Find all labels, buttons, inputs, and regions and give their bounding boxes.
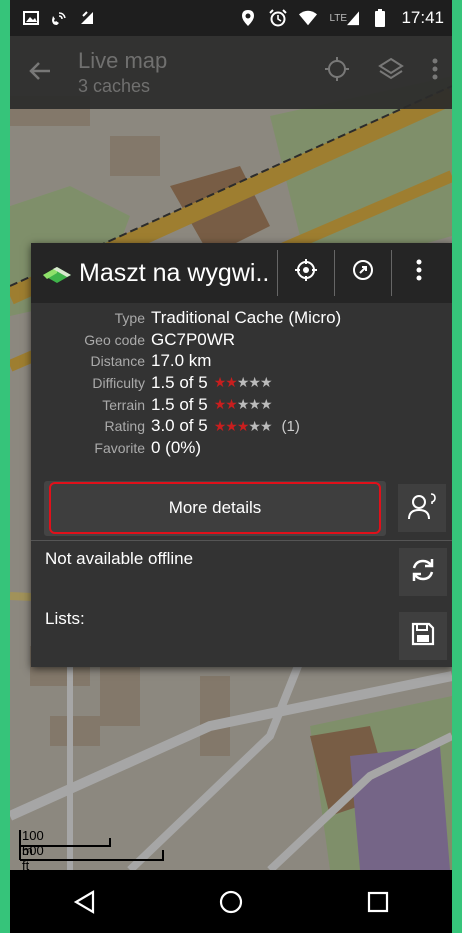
distance-value: 17.0 km xyxy=(151,351,212,371)
compass-icon xyxy=(352,259,374,288)
alarm-icon xyxy=(269,9,288,27)
star-filled-icon: ★ xyxy=(213,396,227,413)
detail-row-type: Type Traditional Cache (Micro) xyxy=(31,307,452,329)
home-circle-icon[interactable] xyxy=(211,882,251,922)
rating-value: 3.0 of 5 xyxy=(151,416,208,436)
detail-row-distance: Distance 17.0 km xyxy=(31,350,452,372)
overflow-menu-icon xyxy=(416,259,422,288)
back-arrow-icon[interactable] xyxy=(28,54,78,91)
network-type-label: LTE xyxy=(329,12,348,24)
star-empty-icon: ★ xyxy=(236,396,250,413)
terrain-stars: ★★★★★ xyxy=(213,396,273,413)
star-filled-icon: ★ xyxy=(225,396,238,413)
distance-label: Distance xyxy=(90,353,145,370)
detail-row-geocode: Geo code GC7P0WR xyxy=(31,329,452,351)
sync-icon xyxy=(78,9,96,27)
star-filled-icon: ★ xyxy=(225,417,238,434)
back-triangle-icon[interactable] xyxy=(64,882,104,922)
recents-square-icon[interactable] xyxy=(358,882,398,922)
section-divider xyxy=(31,540,452,541)
star-filled-icon: ★ xyxy=(213,374,227,391)
star-filled-icon: ★ xyxy=(213,417,227,434)
save-offline-button[interactable] xyxy=(399,612,447,660)
refresh-icon xyxy=(409,556,437,589)
app-toolbar: Live map 3 caches xyxy=(10,36,452,109)
detail-row-rating: Rating 3.0 of 5 ★★★★★ (1) xyxy=(31,415,452,437)
rating-count: (1) xyxy=(281,417,300,435)
geocode-label: Geo code xyxy=(84,331,145,348)
location-pin-icon xyxy=(239,9,257,27)
star-empty-icon: ★ xyxy=(259,417,273,434)
navigate-icon xyxy=(295,258,318,288)
terrain-label: Terrain xyxy=(102,396,145,413)
phone-screen: LTE 17:41 Live map 3 caches Maszt na wyg… xyxy=(10,0,452,933)
navigate-button[interactable] xyxy=(278,243,334,303)
lists-label: Lists: xyxy=(45,609,85,628)
toolbar-subtitle: 3 caches xyxy=(78,76,151,96)
user-note-icon xyxy=(407,491,437,526)
layers-icon[interactable] xyxy=(378,56,404,89)
popup-header: Maszt na wygwi.. xyxy=(31,243,452,303)
star-empty-icon: ★ xyxy=(259,374,273,391)
user-note-button[interactable] xyxy=(398,484,446,532)
difficulty-value: 1.5 of 5 xyxy=(151,372,208,392)
system-nav-bar xyxy=(10,870,452,933)
image-icon xyxy=(22,9,40,27)
battery-icon xyxy=(371,9,389,27)
toolbar-title: Live map xyxy=(78,48,168,73)
favorite-label: Favorite xyxy=(94,439,145,456)
favorite-value: 0 (0%) xyxy=(151,437,202,457)
difficulty-label: Difficulty xyxy=(92,374,145,391)
cache-details: Type Traditional Cache (Micro) Geo code … xyxy=(31,307,452,459)
star-empty-icon: ★ xyxy=(248,374,261,391)
star-empty-icon: ★ xyxy=(236,374,250,391)
overflow-menu-icon[interactable] xyxy=(432,58,438,87)
my-location-icon[interactable] xyxy=(324,56,350,89)
offline-status: Not available offline xyxy=(45,549,194,568)
type-label: Type xyxy=(114,309,145,326)
compass-button[interactable] xyxy=(335,243,391,303)
detail-row-terrain: Terrain 1.5 of 5 ★★★★★ xyxy=(31,394,452,416)
status-bar: LTE 17:41 xyxy=(10,0,452,36)
geocode-value: GC7P0WR xyxy=(151,329,236,349)
type-value: Traditional Cache (Micro) xyxy=(151,307,342,327)
rating-stars: ★★★★★ xyxy=(213,417,273,435)
signal-icon: LTE xyxy=(329,9,360,27)
star-empty-icon: ★ xyxy=(248,396,261,413)
terrain-value: 1.5 of 5 xyxy=(151,394,208,414)
refresh-button[interactable] xyxy=(399,548,447,596)
star-empty-icon: ★ xyxy=(248,417,261,434)
more-details-label: More details xyxy=(168,498,262,517)
cache-popup: Maszt na wygwi.. Type Traditional Cache … xyxy=(31,243,452,667)
rating-label: Rating xyxy=(104,418,145,435)
cache-type-icon xyxy=(41,261,73,285)
difficulty-stars: ★★★★★ xyxy=(213,374,273,391)
clock-time: 17:41 xyxy=(401,8,444,27)
star-filled-icon: ★ xyxy=(236,417,250,434)
wifi-calling-icon xyxy=(50,9,68,27)
wifi-icon xyxy=(299,9,318,27)
detail-row-favorite: Favorite 0 (0%) xyxy=(31,437,452,459)
save-icon xyxy=(410,621,436,652)
star-filled-icon: ★ xyxy=(225,374,238,391)
more-details-button[interactable]: More details xyxy=(49,482,381,534)
cache-name: Maszt na wygwi.. xyxy=(79,258,270,287)
star-empty-icon: ★ xyxy=(259,396,273,413)
scale-imperial: 500 ft xyxy=(22,843,44,873)
detail-row-difficulty: Difficulty 1.5 of 5 ★★★★★ xyxy=(31,372,452,394)
popup-menu-button[interactable] xyxy=(392,243,446,303)
